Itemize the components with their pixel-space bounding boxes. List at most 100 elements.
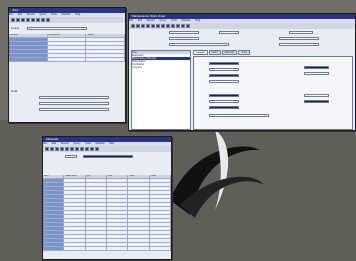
toolbar-button[interactable] [95, 147, 99, 151]
toolbar-button[interactable] [136, 24, 140, 28]
toolbar-button[interactable] [131, 24, 135, 28]
toolbar-button[interactable] [75, 147, 79, 151]
menu-record[interactable]: Record [147, 19, 155, 22]
tab-general[interactable]: General [193, 50, 208, 55]
menu-window[interactable]: Window [182, 19, 191, 22]
toolbar-button[interactable] [31, 18, 35, 22]
menu-query[interactable]: Query [74, 142, 81, 145]
tab-materials[interactable]: Materials [221, 50, 238, 55]
filter-field[interactable] [83, 155, 133, 158]
menu-tools[interactable]: Tools [171, 19, 177, 22]
menu-tools[interactable]: Tools [85, 142, 91, 145]
form-field[interactable] [209, 74, 239, 77]
menu-query[interactable]: Query [160, 19, 167, 22]
toolbar-button[interactable] [141, 24, 145, 28]
form-field[interactable] [209, 100, 239, 103]
toolbar-button[interactable] [146, 24, 150, 28]
table-row[interactable] [43, 247, 171, 251]
menu-query[interactable]: Query [40, 13, 47, 16]
menu-file[interactable]: File [9, 13, 13, 16]
toolbar-button[interactable] [181, 24, 185, 28]
toolbar-button[interactable] [80, 147, 84, 151]
menu-help[interactable]: Help [75, 13, 80, 16]
toolbar-button[interactable] [11, 18, 15, 22]
toolbar-button[interactable] [26, 18, 30, 22]
menu-window[interactable]: Window [96, 142, 105, 145]
toolbar-button[interactable] [166, 24, 170, 28]
tree-item[interactable]: Inventory [132, 66, 190, 69]
toolbar-button[interactable] [50, 147, 54, 151]
toolbar-button[interactable] [16, 18, 20, 22]
detail-field[interactable] [39, 96, 109, 99]
toolbar-button[interactable] [186, 24, 190, 28]
toolbar-button[interactable] [36, 18, 40, 22]
detail-field[interactable] [39, 102, 109, 105]
toolbar-button[interactable] [176, 24, 180, 28]
table-cell [48, 38, 87, 41]
toolbar-button[interactable] [60, 147, 64, 151]
form-field[interactable] [209, 68, 239, 71]
menu-help[interactable]: Help [195, 19, 200, 22]
table-cell [107, 243, 129, 246]
toolbar-button[interactable] [65, 147, 69, 151]
form-field[interactable] [304, 94, 329, 97]
toolbar-button[interactable] [55, 147, 59, 151]
menu-tools[interactable]: Tools [51, 13, 57, 16]
toolbar-button[interactable] [161, 24, 165, 28]
form-field[interactable] [304, 66, 329, 69]
column-header[interactable]: Number [9, 34, 48, 37]
toolbar-button[interactable] [171, 24, 175, 28]
column-header[interactable]: Description [64, 175, 86, 178]
menu-file[interactable]: File [129, 19, 133, 22]
header-field[interactable] [289, 31, 313, 34]
header-field[interactable] [279, 37, 319, 40]
column-header[interactable]: Cost [128, 175, 150, 178]
menu-edit[interactable]: Edit [52, 142, 56, 145]
toolbar-button[interactable] [41, 18, 45, 22]
tab-labor[interactable]: Labor [208, 50, 221, 55]
toolbar-button[interactable] [46, 18, 50, 22]
window-right: Maintenance Work Order File Edit Record … [128, 13, 356, 131]
toolbar-button[interactable] [85, 147, 89, 151]
table-row[interactable] [9, 58, 125, 62]
header-field[interactable] [279, 43, 319, 46]
detail-field[interactable] [39, 108, 109, 111]
menu-edit[interactable]: Edit [18, 13, 22, 16]
column-header[interactable]: Status [86, 34, 125, 37]
column-header[interactable]: Unit [107, 175, 129, 178]
form-field[interactable] [209, 94, 239, 97]
table-cell [86, 223, 107, 226]
toolbar-button[interactable] [21, 18, 25, 22]
header-field[interactable] [169, 37, 199, 40]
menu-window[interactable]: Window [62, 13, 71, 16]
column-header[interactable]: Total [150, 175, 171, 178]
header-field[interactable] [169, 31, 199, 34]
form-field[interactable] [209, 62, 239, 65]
column-header[interactable]: Item [43, 175, 65, 178]
journal-field[interactable] [27, 27, 87, 30]
form-field[interactable] [304, 100, 329, 103]
menu-record[interactable]: Record [27, 13, 35, 16]
menu-help[interactable]: Help [109, 142, 114, 145]
toolbar-button[interactable] [151, 24, 155, 28]
filter-field[interactable] [65, 155, 77, 158]
column-header[interactable]: Description [48, 34, 87, 37]
form-field[interactable] [209, 106, 239, 109]
toolbar-button[interactable] [156, 24, 160, 28]
toolbar-button[interactable] [45, 147, 49, 151]
table-cell [9, 58, 48, 61]
form-field[interactable] [209, 80, 239, 83]
menu-record[interactable]: Record [61, 142, 69, 145]
header-field[interactable] [169, 43, 229, 46]
form-field[interactable] [209, 114, 269, 117]
form-field[interactable] [304, 72, 329, 75]
menu-file[interactable]: File [43, 142, 47, 145]
table-cell [48, 58, 87, 61]
column-header[interactable]: Qty [86, 175, 107, 178]
tab-tools[interactable]: Tools [238, 50, 250, 55]
toolbar-button[interactable] [70, 147, 74, 151]
header-field[interactable] [219, 31, 239, 34]
menu-edit[interactable]: Edit [138, 19, 142, 22]
table-cell [150, 187, 171, 190]
toolbar-button[interactable] [90, 147, 94, 151]
